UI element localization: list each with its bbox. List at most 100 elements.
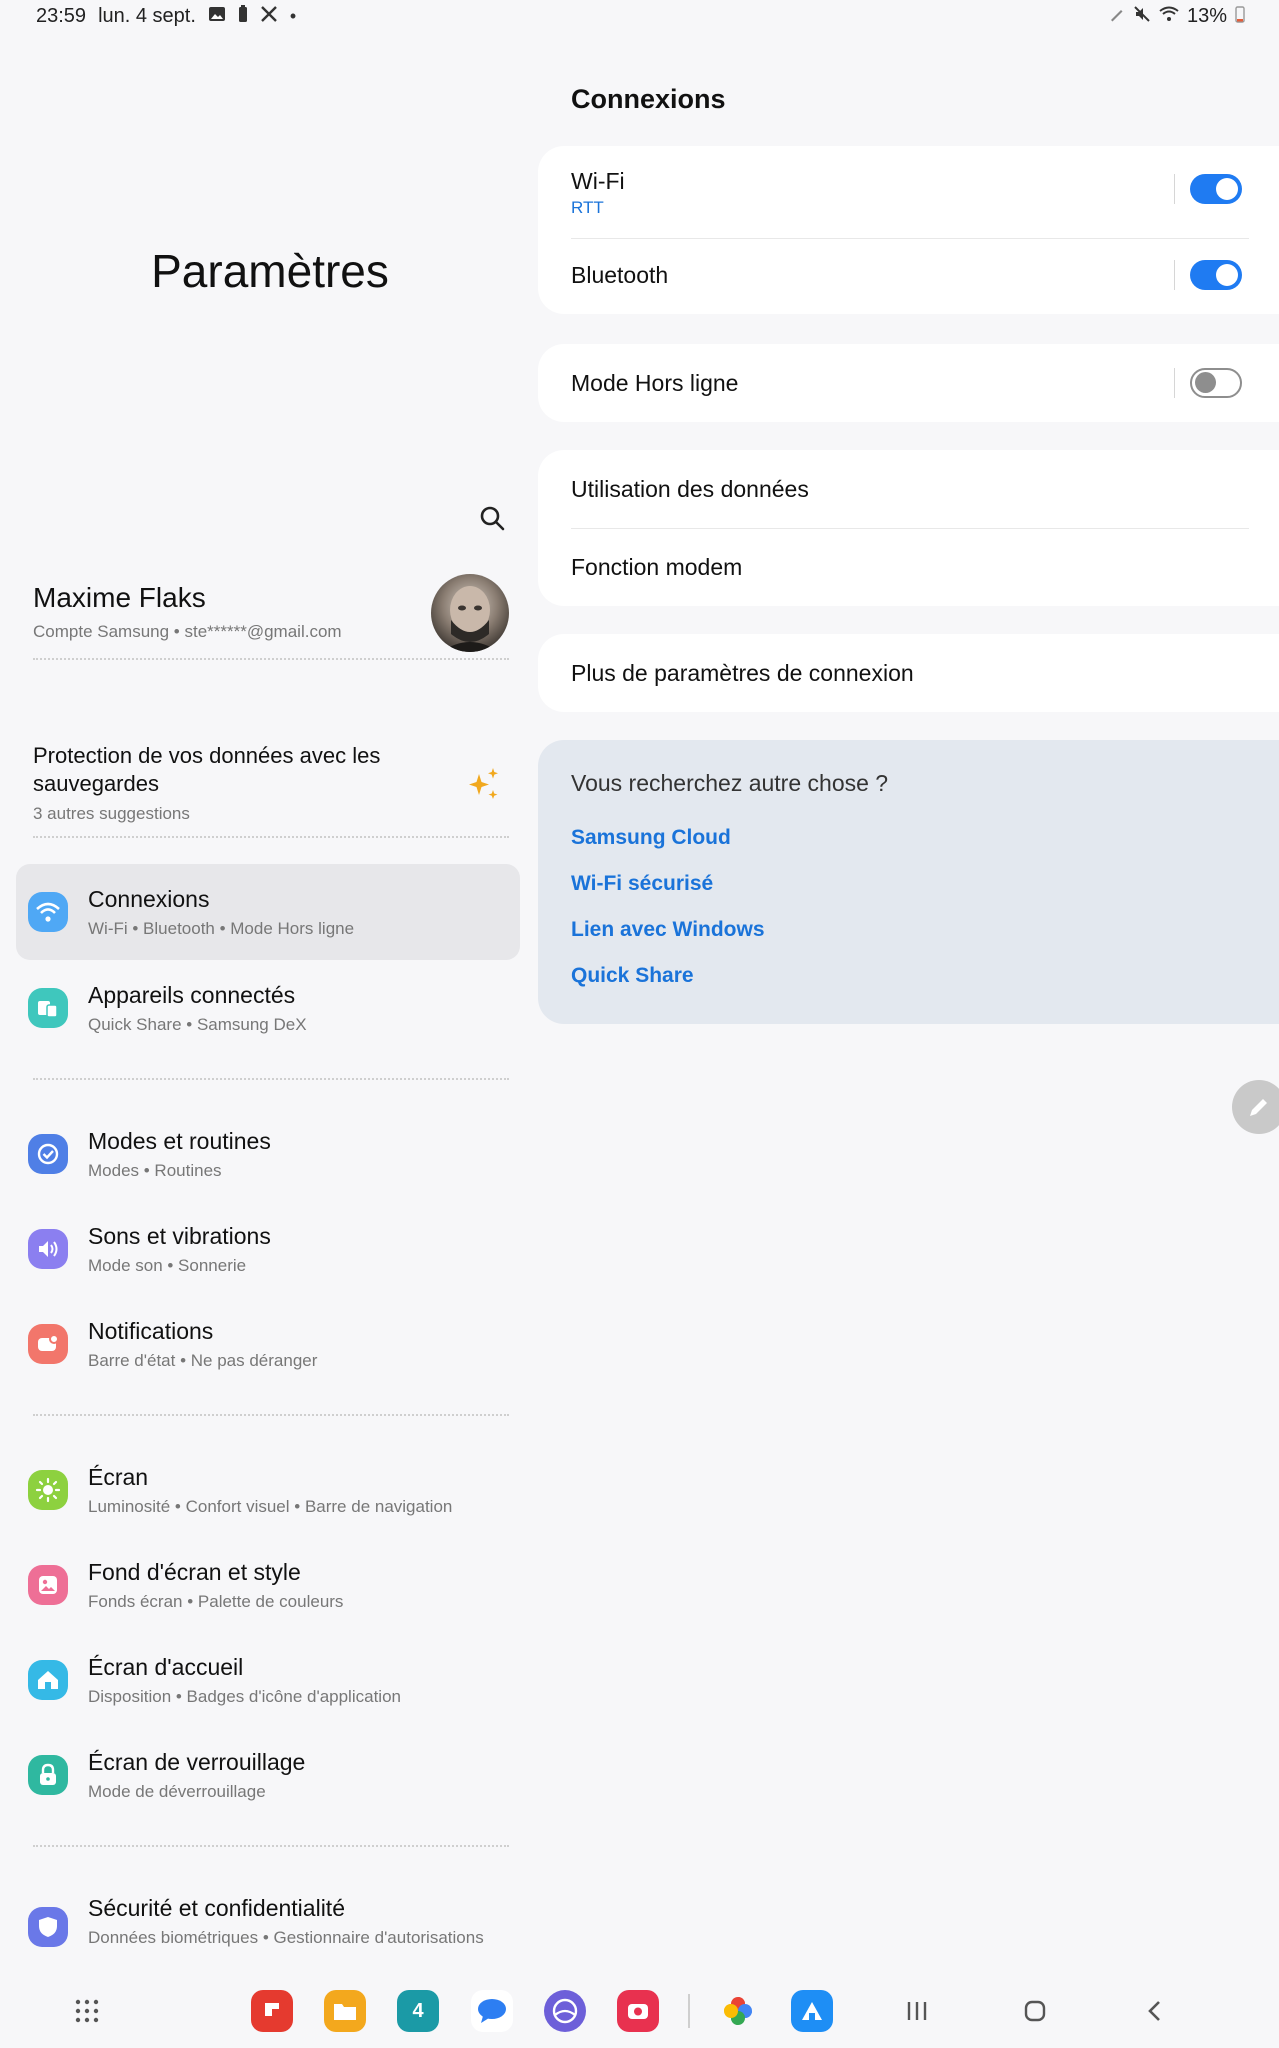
menu-item-subtitle: Modes • Routines bbox=[88, 1161, 222, 1180]
divider bbox=[33, 1845, 509, 1847]
dock-divider bbox=[688, 1994, 690, 2028]
notifications-icon bbox=[28, 1324, 68, 1364]
menu-item-security[interactable]: Sécurité et confidentialité Données biom… bbox=[16, 1873, 520, 1983]
menu-item-title: Modes et routines bbox=[88, 1128, 271, 1154]
menu-item-subtitle: Disposition • Badges d'icône d'applicati… bbox=[88, 1687, 401, 1706]
data-usage-title: Utilisation des données bbox=[571, 476, 809, 502]
bluetooth-toggle[interactable] bbox=[1190, 260, 1242, 290]
menu-item-display[interactable]: Écran Luminosité • Confort visuel • Barr… bbox=[16, 1442, 520, 1538]
menu-item-title: Sons et vibrations bbox=[88, 1223, 271, 1249]
calendar-day: 4 bbox=[412, 1999, 424, 2022]
status-bar: 23:59 lun. 4 sept. • 13% bbox=[0, 0, 1279, 34]
photos-icon[interactable] bbox=[717, 1990, 759, 2032]
hotspot-row[interactable]: Fonction modem bbox=[571, 528, 1279, 606]
menu-item-home-screen[interactable]: Écran d'accueil Disposition • Badges d'i… bbox=[16, 1632, 520, 1728]
battery-percent: 13% bbox=[1186, 5, 1227, 27]
apps-grid-button[interactable] bbox=[70, 1994, 104, 2028]
pen-icon bbox=[1109, 6, 1125, 27]
more-card: Plus de paramètres de connexion bbox=[538, 634, 1279, 712]
airplane-title: Mode Hors ligne bbox=[571, 370, 739, 396]
link-secure-wifi[interactable]: Wi-Fi sécurisé bbox=[571, 872, 713, 896]
wifi-toggle[interactable] bbox=[1190, 174, 1242, 204]
hotspot-title: Fonction modem bbox=[571, 554, 743, 580]
link-quick-share[interactable]: Quick Share bbox=[571, 964, 694, 988]
menu-item-title: Connexions bbox=[88, 886, 210, 912]
airplane-row[interactable]: Mode Hors ligne bbox=[571, 344, 1279, 422]
menu-item-notifications[interactable]: Notifications Barre d'état • Ne pas déra… bbox=[16, 1296, 520, 1392]
screen-recorder-icon[interactable] bbox=[617, 1990, 659, 2032]
bluetooth-row[interactable]: Bluetooth bbox=[571, 238, 1279, 316]
link-samsung-cloud[interactable]: Samsung Cloud bbox=[571, 826, 731, 850]
internet-icon[interactable] bbox=[544, 1990, 586, 2032]
pencil-icon bbox=[1250, 1099, 1267, 1116]
menu-item-subtitle: Luminosité • Confort visuel • Barre de n… bbox=[88, 1497, 453, 1516]
gallery-icon bbox=[208, 6, 226, 27]
menu-item-sounds[interactable]: Sons et vibrations Mode son • Sonnerie bbox=[16, 1201, 520, 1297]
bluetooth-title: Bluetooth bbox=[571, 262, 669, 288]
wifi-title: Wi-Fi bbox=[571, 168, 625, 194]
routines-icon bbox=[28, 1134, 68, 1174]
search-icon bbox=[480, 506, 505, 531]
flipboard-icon[interactable] bbox=[251, 1990, 293, 2032]
divider bbox=[33, 1414, 509, 1416]
files-icon[interactable] bbox=[324, 1990, 366, 2032]
dot-icon: • bbox=[289, 6, 297, 26]
settings-list-panel: Paramètres Maxime Flaks Compte Samsung •… bbox=[0, 34, 530, 1974]
apps-grid-icon bbox=[75, 1999, 99, 2023]
recents-icon bbox=[907, 2002, 927, 2020]
more-connection-settings-title: Plus de paramètres de connexion bbox=[571, 660, 914, 686]
wifi-row[interactable]: Wi-Fi RTT bbox=[571, 146, 1279, 224]
brightness-icon bbox=[28, 1470, 68, 1510]
lock-icon bbox=[28, 1755, 68, 1795]
calendar-icon[interactable]: 4 bbox=[397, 1990, 439, 2032]
back-button[interactable] bbox=[1138, 1994, 1172, 2028]
navigation-bar: 4 bbox=[0, 1974, 1279, 2048]
looking-for-card: Vous recherchez autre chose ? Samsung Cl… bbox=[538, 740, 1279, 1024]
backup-suggestion[interactable]: Protection de vos données avec les sauve… bbox=[33, 742, 509, 824]
link-windows[interactable]: Lien avec Windows bbox=[571, 918, 765, 942]
wallpaper-icon bbox=[28, 1565, 68, 1605]
menu-item-title: Écran de verrouillage bbox=[88, 1749, 306, 1775]
menu-item-subtitle: Barre d'état • Ne pas déranger bbox=[88, 1351, 318, 1370]
airplane-card: Mode Hors ligne bbox=[538, 344, 1279, 422]
home-icon bbox=[28, 1660, 68, 1700]
menu-item-title: Notifications bbox=[88, 1318, 214, 1344]
separator bbox=[1174, 368, 1175, 398]
divider bbox=[33, 1078, 509, 1080]
sound-icon bbox=[28, 1229, 68, 1269]
messages-icon[interactable] bbox=[471, 1990, 513, 2032]
more-connection-settings-row[interactable]: Plus de paramètres de connexion bbox=[571, 634, 1279, 712]
clock: 23:59 bbox=[36, 5, 87, 27]
menu-item-title: Sécurité et confidentialité bbox=[88, 1895, 345, 1921]
data-usage-row[interactable]: Utilisation des données bbox=[571, 450, 1279, 528]
search-button[interactable] bbox=[474, 500, 510, 536]
looking-for-title: Vous recherchez autre chose ? bbox=[571, 770, 889, 796]
page-title: Paramètres bbox=[151, 245, 389, 297]
home-button[interactable] bbox=[1018, 1994, 1052, 2028]
menu-item-connected-devices[interactable]: Appareils connectés Quick Share • Samsun… bbox=[16, 960, 520, 1056]
menu-item-title: Écran bbox=[88, 1464, 149, 1490]
menu-item-title: Fond d'écran et style bbox=[88, 1559, 301, 1585]
wifi-icon bbox=[28, 892, 68, 932]
menu-item-connexions[interactable]: Connexions Wi-Fi • Bluetooth • Mode Hors… bbox=[16, 864, 520, 960]
edit-button[interactable] bbox=[1232, 1080, 1279, 1134]
avatar[interactable] bbox=[431, 574, 509, 652]
wifi-icon bbox=[1159, 6, 1179, 27]
store-icon[interactable] bbox=[791, 1990, 833, 2032]
battery-icon bbox=[1235, 5, 1245, 28]
back-icon bbox=[1148, 2001, 1160, 2021]
menu-item-subtitle: Fonds écran • Palette de couleurs bbox=[88, 1592, 344, 1611]
menu-item-lock-screen[interactable]: Écran de verrouillage Mode de déverrouil… bbox=[16, 1727, 520, 1823]
date: lun. 4 sept. bbox=[98, 5, 196, 27]
separator bbox=[1174, 260, 1175, 290]
section-title: Connexions bbox=[571, 84, 726, 114]
airplane-toggle[interactable] bbox=[1190, 368, 1242, 398]
recents-button[interactable] bbox=[900, 1994, 934, 2028]
menu-item-wallpaper[interactable]: Fond d'écran et style Fonds écran • Pale… bbox=[16, 1537, 520, 1633]
menu-item-subtitle: Quick Share • Samsung DeX bbox=[88, 1015, 307, 1034]
separator bbox=[1174, 174, 1175, 204]
menu-item-subtitle: Mode son • Sonnerie bbox=[88, 1256, 247, 1275]
menu-item-subtitle: Mode de déverrouillage bbox=[88, 1782, 266, 1801]
battery-saver-icon bbox=[238, 5, 248, 28]
menu-item-modes-routines[interactable]: Modes et routines Modes • Routines bbox=[16, 1106, 520, 1202]
